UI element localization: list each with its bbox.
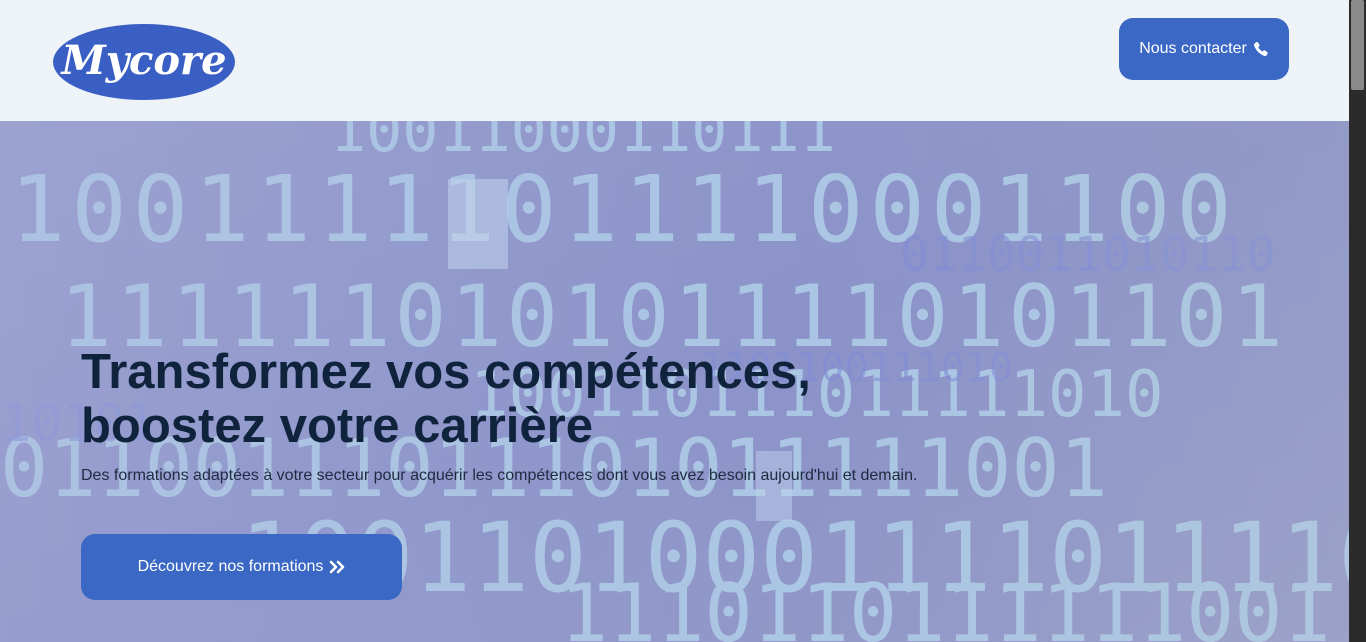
hero-title-line1: Transformez vos compétences, <box>81 345 811 399</box>
site-header: Mycore Nous contacter <box>0 0 1349 121</box>
mycore-logo[interactable]: Mycore <box>52 23 236 101</box>
hero-section: 10011000110111 10011111011110001100 1111… <box>0 121 1349 642</box>
double-chevron-right-icon <box>329 560 345 574</box>
phone-icon <box>1253 41 1269 57</box>
contact-button-label: Nous contacter <box>1139 40 1247 57</box>
discover-trainings-label: Découvrez nos formations <box>137 558 324 575</box>
hero-title-line2: boostez votre carrière <box>81 399 593 453</box>
hero-subtitle: Des formations adaptées à votre secteur … <box>81 467 918 484</box>
svg-text:Mycore: Mycore <box>59 37 226 84</box>
hero-title: Transformez vos compétences, boostez vot… <box>81 345 981 453</box>
scrollbar-thumb[interactable] <box>1351 0 1364 90</box>
page: Mycore Nous contacter 10011000110111 <box>0 0 1366 642</box>
vertical-scrollbar[interactable] <box>1349 0 1366 642</box>
discover-trainings-button[interactable]: Découvrez nos formations <box>81 534 402 600</box>
contact-button[interactable]: Nous contacter <box>1119 18 1289 80</box>
